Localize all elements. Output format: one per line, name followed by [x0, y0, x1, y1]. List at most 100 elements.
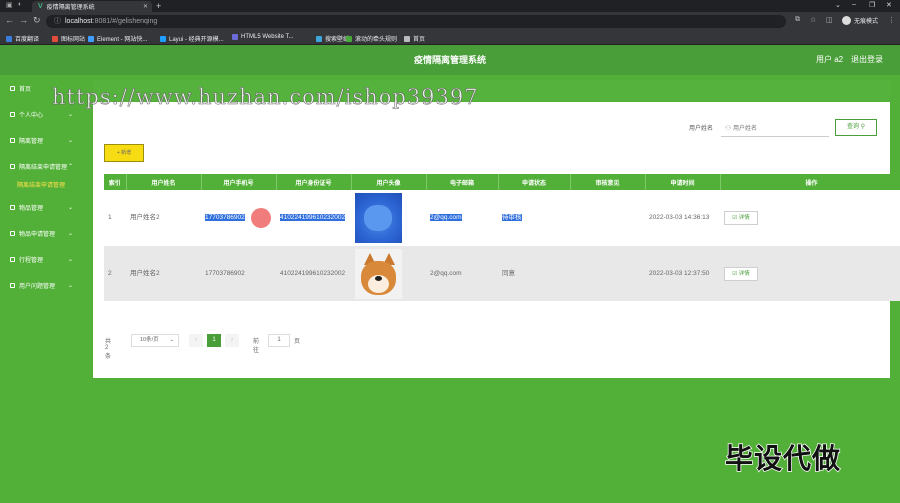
- info-icon[interactable]: ⓘ: [54, 18, 61, 25]
- logout-link[interactable]: 退出登录: [851, 45, 883, 75]
- sidebar-subitem-active[interactable]: 隔离结束申请管理: [0, 178, 83, 194]
- window-menu-icon[interactable]: ▣: [6, 1, 13, 9]
- sidebar-item[interactable]: 物品管理 ⌄: [0, 194, 83, 220]
- tab-search-icon[interactable]: ◐: [18, 1, 22, 8]
- cell-review: [570, 190, 645, 246]
- current-page-button[interactable]: 1: [207, 334, 221, 347]
- back-icon[interactable]: ←: [5, 15, 14, 25]
- content-card: 用户姓名 ⚇ 查询 ⚲ + 新增 索引用户姓名用户手机号用户身份证号用户头像电子…: [93, 102, 900, 378]
- cell-actions: ☑ 详情: [720, 246, 900, 301]
- user-avatar[interactable]: [355, 248, 402, 299]
- bookmark-item[interactable]: 百度翻译: [6, 34, 39, 43]
- goto-page-input[interactable]: 1: [268, 334, 290, 347]
- cell-email: 2@qq.com: [426, 190, 498, 246]
- bookmark-star-icon[interactable]: ☆: [810, 16, 816, 24]
- sidebar-item-label: 个人中心: [19, 112, 44, 119]
- sidebar-item[interactable]: 物品申请管理 ⌄: [0, 220, 83, 246]
- sidebar-item-label: 物品管理: [19, 205, 44, 212]
- column-header: 审核意见: [570, 174, 646, 190]
- close-window-icon[interactable]: ✕: [886, 1, 892, 9]
- url-host: localhost: [65, 18, 93, 25]
- bookmark-item[interactable]: 滚动的牵头规则: [346, 34, 397, 43]
- bookmark-favicon-icon: [160, 35, 166, 42]
- next-page-button[interactable]: ›: [225, 334, 239, 347]
- chevron-icon: ⌄: [67, 137, 73, 144]
- cell-name: 用户姓名2: [126, 190, 201, 246]
- cell-email-value: 2@qq.com: [430, 214, 462, 221]
- app-header: 疫情隔离管理系统 用户 a2 退出登录: [0, 45, 900, 75]
- bookmark-item[interactable]: Element - 网站快...: [88, 34, 147, 43]
- chevron-down-icon[interactable]: ⌄: [835, 1, 841, 9]
- incognito-profile[interactable]: 无痕模式: [842, 16, 878, 25]
- chevron-icon: ⌄: [67, 256, 73, 263]
- bookmark-label: Layui - 经典开源模...: [169, 37, 224, 43]
- cell-actions: ☑ 详情: [720, 190, 900, 246]
- bookmark-item[interactable]: Layui - 经典开源模...: [160, 34, 224, 43]
- detail-button[interactable]: ☑ 详情: [724, 211, 758, 225]
- goto-label: 前往: [253, 339, 260, 354]
- app-title: 疫情隔离管理系统: [413, 55, 486, 65]
- bookmark-item[interactable]: 首页: [404, 34, 425, 43]
- browser-tab-title: 疫情隔离管理系统: [46, 5, 95, 11]
- bookmark-item[interactable]: 图标网站: [52, 34, 85, 43]
- maximize-icon[interactable]: ❐: [869, 1, 875, 9]
- query-button-label: 查询: [846, 124, 859, 130]
- chevron-icon: ⌄: [67, 204, 73, 211]
- close-tab-icon[interactable]: ✕: [143, 3, 148, 10]
- bookmark-favicon-icon: [6, 35, 12, 42]
- sidebar-item[interactable]: 用户问题管理 ⌄: [0, 272, 83, 298]
- page-size-select[interactable]: 10条/页 ⌄: [131, 334, 179, 347]
- detail-button-label: 详情: [738, 215, 750, 221]
- more-menu-icon[interactable]: ⋮: [888, 16, 895, 24]
- cell-name-value: 用户姓名2: [130, 214, 160, 221]
- query-button[interactable]: 查询 ⚲: [835, 119, 877, 136]
- cell-review: [570, 246, 645, 301]
- menu-icon: [10, 282, 15, 288]
- table-row[interactable]: 1 用户姓名2 17703786902 410224199610232002 2@qq.…: [104, 190, 900, 246]
- column-header: 索引: [104, 174, 127, 190]
- avatar-nose: [375, 275, 382, 281]
- cell-index: 1: [104, 190, 126, 246]
- bookmark-label: Element - 网站快...: [97, 37, 148, 43]
- bookmark-label: 滚动的牵头规则: [355, 37, 398, 43]
- bookmark-favicon-icon: [316, 35, 322, 42]
- sidebar-item[interactable]: 隔离管理 ⌄: [0, 127, 83, 153]
- bookmark-favicon-icon: [88, 35, 94, 42]
- sidebar-item-label: 物品申请管理: [19, 231, 56, 238]
- chevron-icon: ⌄: [67, 282, 73, 289]
- user-avatar[interactable]: [355, 193, 402, 243]
- reload-icon[interactable]: ↻: [33, 15, 41, 26]
- column-header: 申请状态: [498, 174, 571, 190]
- cell-id-card-value: 410224199610232002: [280, 269, 346, 277]
- bookmark-item[interactable]: 搜索壁纸: [316, 34, 349, 43]
- new-tab-icon[interactable]: +: [156, 1, 161, 11]
- vue-logo-icon: V: [38, 3, 43, 10]
- forward-icon[interactable]: →: [19, 15, 28, 25]
- add-button[interactable]: + 新增: [104, 144, 144, 162]
- sidebar-item[interactable]: 隔离结束申请管理 ⌃: [0, 153, 83, 179]
- extensions-icon[interactable]: ◫: [826, 16, 833, 24]
- bookmark-favicon-icon: [232, 34, 238, 40]
- detail-button[interactable]: ☑ 详情: [724, 266, 758, 281]
- cell-time-value: 2022-03-03 14:36:13: [649, 214, 710, 221]
- column-header: 操作: [720, 174, 900, 190]
- prev-page-button[interactable]: ‹: [189, 334, 203, 347]
- minimize-icon[interactable]: –: [852, 1, 856, 8]
- cell-phone: 17703786902: [201, 190, 276, 246]
- address-bar: ← → ↻ ⓘ localhost:8081/#/gelishenqing ⧉ ☆…: [0, 12, 900, 31]
- search-input[interactable]: [721, 121, 829, 137]
- bookmark-item[interactable]: HTML5 Website T...: [232, 34, 293, 40]
- incognito-icon: [842, 16, 851, 25]
- chevron-down-icon: ⌄: [169, 337, 174, 343]
- cell-phone: 17703786902: [201, 246, 276, 301]
- sidebar-item-label: 用户问题管理: [19, 283, 56, 290]
- url-path: :8081/#/gelishenqing: [92, 18, 158, 25]
- table-row[interactable]: 2 用户姓名2 17703786902 410224199610232002 2@qq.…: [104, 246, 900, 301]
- cell-status: 同意: [498, 246, 570, 301]
- sidebar-item[interactable]: 行程管理 ⌄: [0, 246, 83, 272]
- url-field[interactable]: ⓘ localhost:8081/#/gelishenqing: [46, 15, 786, 28]
- translate-icon[interactable]: ⧉: [795, 16, 800, 24]
- cell-time: 2022-03-03 12:37:50: [645, 246, 720, 301]
- browser-tab[interactable]: V 疫情隔离管理系统 ✕: [32, 1, 152, 12]
- watermark-url: https://www.huzhan.com/ishop39397: [52, 85, 479, 110]
